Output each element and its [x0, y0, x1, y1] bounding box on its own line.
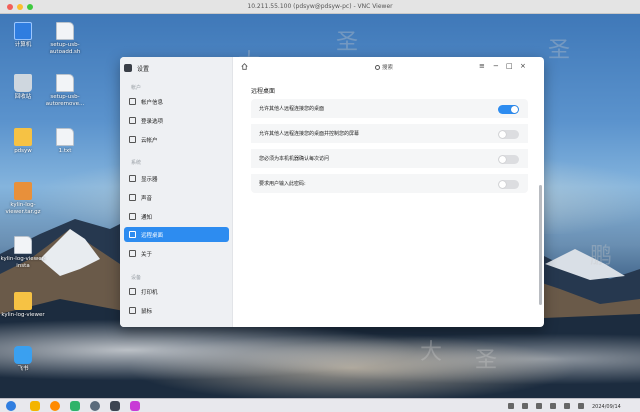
search-input[interactable]: 搜索 — [319, 62, 449, 72]
folder-icon — [14, 292, 32, 310]
file-icon — [14, 236, 32, 254]
toggle-confirm-each-access[interactable] — [498, 155, 519, 164]
sidebar-item-mouse[interactable]: 鼠标 — [124, 303, 229, 318]
file-icon — [56, 22, 74, 40]
network-icon[interactable] — [508, 403, 514, 409]
maximize-button[interactable]: □ — [506, 62, 513, 70]
start-menu-icon[interactable] — [6, 401, 16, 411]
app-store-icon[interactable] — [130, 401, 140, 411]
option-require-password: 要求用户输入此密码: — [251, 174, 528, 193]
sidebar-item-printer[interactable]: 打印机 — [124, 284, 229, 299]
watermark-text: 圣 — [336, 30, 359, 55]
battery-icon[interactable] — [550, 403, 556, 409]
settings-sidebar: 设置 帐户 帐户信息 登录选项 云帐户 系统 显示器 声音 通知 远程桌面 关于… — [120, 57, 233, 327]
watermark-text: 大 — [420, 340, 443, 365]
desktop-icon-trash[interactable]: 回收站 — [0, 74, 46, 101]
file-icon — [56, 74, 74, 92]
trash-icon — [14, 74, 32, 92]
feishu-icon — [14, 346, 32, 364]
watermark-text: 鹏 — [590, 244, 613, 269]
sidebar-item-cloud-account[interactable]: 云帐户 — [124, 132, 229, 147]
toggle-require-password[interactable] — [498, 180, 519, 189]
browser-icon[interactable] — [50, 401, 60, 411]
bell-icon — [129, 213, 136, 220]
display-icon — [129, 175, 136, 182]
settings-taskbar-icon[interactable] — [90, 401, 100, 411]
watermark-text: 圣 — [475, 348, 498, 373]
section-account: 帐户 — [131, 85, 142, 91]
sidebar-item-sound[interactable]: 声音 — [124, 190, 229, 205]
user-icon — [129, 98, 136, 105]
sidebar-item-about[interactable]: 关于 — [124, 246, 229, 261]
desktop-icon-kylin-viewer[interactable]: kylin-log-viewer — [0, 292, 46, 319]
section-system: 系统 — [131, 160, 142, 166]
option-allow-remote-control: 允许其他人远程连接您的桌面并控制您的屏幕 — [251, 124, 528, 143]
package-icon — [14, 182, 32, 200]
terminal-icon[interactable] — [110, 401, 120, 411]
toggle-allow-remote-connect[interactable] — [498, 105, 519, 114]
sidebar-item-display[interactable]: 显示器 — [124, 171, 229, 186]
desktop-icon-txt[interactable]: 1.txt — [42, 128, 88, 155]
minimize-button[interactable]: − — [493, 62, 499, 70]
desktop-icon-kylin-install[interactable]: kylin-log-viewer-insta — [0, 236, 46, 270]
folder-icon — [14, 128, 32, 146]
vnc-window-title: 10.211.55.100 (pdsyw@pdsyw-pc) - VNC Vie… — [247, 3, 393, 10]
menu-button[interactable]: ≡ — [479, 62, 485, 70]
info-icon — [129, 250, 136, 257]
desktop-icon-pdsyw[interactable]: pdsyw — [0, 128, 46, 155]
option-confirm-each-access: 您必须为本机机器确认每次访问 — [251, 149, 528, 168]
watermark-text: 圣 — [548, 38, 571, 63]
taskbar: 2024/09/14 — [0, 398, 640, 412]
taskbar-date[interactable]: 2024/09/14 — [592, 404, 621, 410]
volume-icon[interactable] — [522, 403, 528, 409]
option-allow-remote-connect: 允许其他人远程连接您的桌面 — [251, 99, 528, 118]
section-devices: 设备 — [131, 275, 142, 281]
keyboard-icon[interactable] — [536, 403, 542, 409]
toggle-allow-remote-control[interactable] — [498, 130, 519, 139]
vnc-title-bar: 10.211.55.100 (pdsyw@pdsyw-pc) - VNC Vie… — [0, 0, 640, 14]
clipboard-icon[interactable] — [578, 403, 584, 409]
desktop-icon-feishu[interactable]: 飞书 — [0, 346, 46, 373]
login-icon — [129, 117, 136, 124]
remote-desktop-icon — [129, 231, 136, 238]
page-title: 远程桌面 — [251, 88, 276, 95]
desktop-icon-setup-autoremove[interactable]: setup-usb-autoremove... — [42, 74, 88, 108]
search-icon — [374, 64, 380, 70]
sidebar-item-remote-desktop[interactable]: 远程桌面 — [124, 227, 229, 242]
desktop-icon-computer[interactable]: 计算机 — [0, 22, 46, 49]
mouse-icon — [129, 307, 136, 314]
desktop-icon-kylin-tar[interactable]: kylin-log-viewer.tar.gz — [0, 182, 46, 216]
mail-icon[interactable] — [70, 401, 80, 411]
file-icon — [56, 128, 74, 146]
settings-main: 搜索 ≡ − □ × 远程桌面 允许其他人远程连接您的桌面 允许其他人远程连接您… — [233, 57, 544, 327]
app-header: 设置 — [124, 63, 149, 73]
close-button[interactable]: × — [520, 62, 526, 70]
settings-app-icon — [124, 64, 132, 72]
cloud-icon — [129, 136, 136, 143]
taskbar-app-icon[interactable] — [30, 401, 40, 411]
sidebar-item-login-options[interactable]: 登录选项 — [124, 113, 229, 128]
sidebar-item-notifications[interactable]: 通知 — [124, 209, 229, 224]
home-icon[interactable] — [241, 63, 248, 70]
app-title: 设置 — [137, 65, 150, 73]
settings-window: 设置 帐户 帐户信息 登录选项 云帐户 系统 显示器 声音 通知 远程桌面 关于… — [120, 57, 544, 327]
notification-icon[interactable] — [564, 403, 570, 409]
printer-icon — [129, 288, 136, 295]
speaker-icon — [129, 194, 136, 201]
desktop-icon-setup-autoadd[interactable]: setup-usb-autoadd.sh — [42, 22, 88, 56]
scrollbar[interactable] — [539, 185, 542, 305]
sidebar-item-account-info[interactable]: 帐户信息 — [124, 94, 229, 109]
monitor-icon — [14, 22, 32, 40]
